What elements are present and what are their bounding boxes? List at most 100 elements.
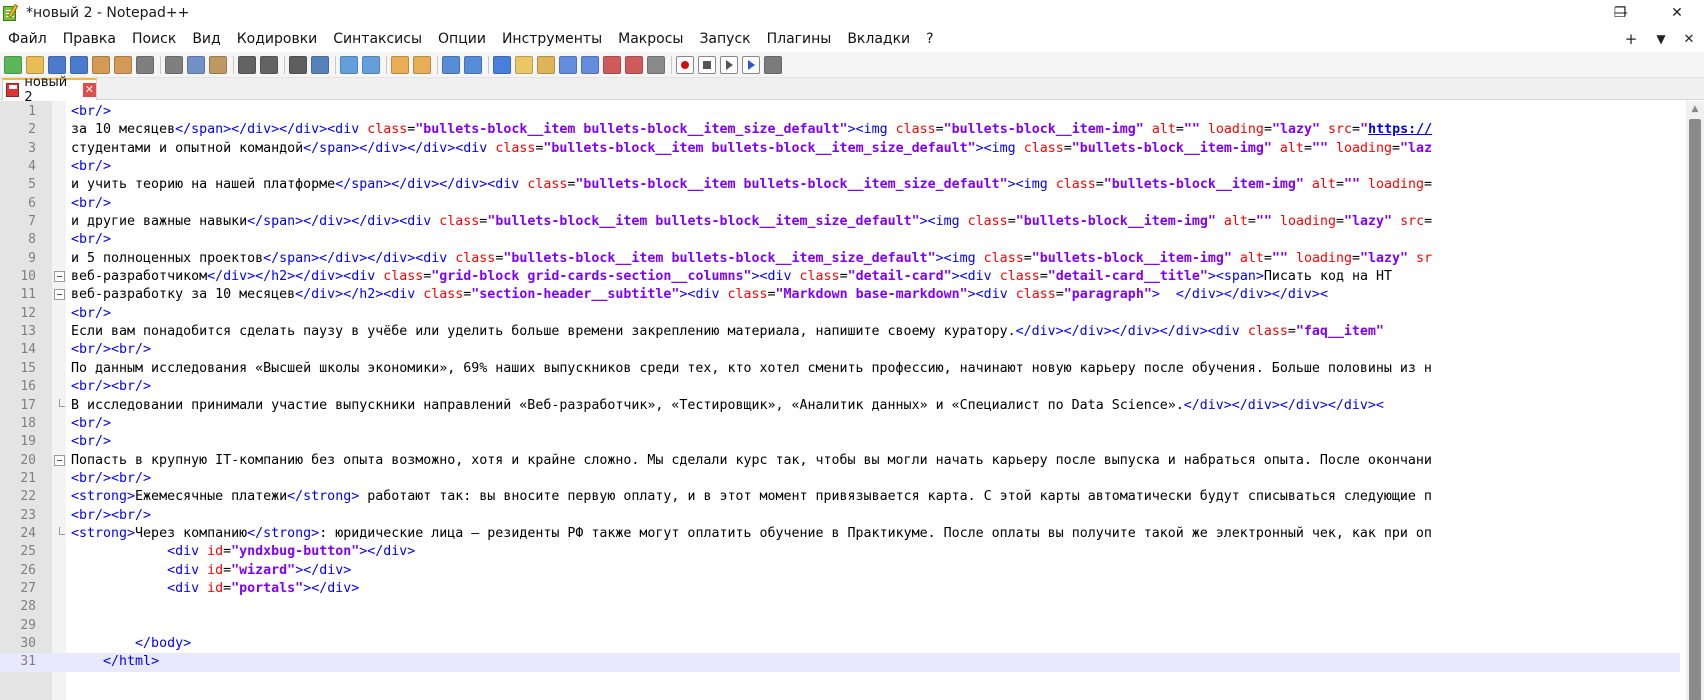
saveall-icon[interactable] — [70, 55, 88, 74]
code-line[interactable]: 7 и другие важные навыки</span></div></di… — [0, 213, 1680, 231]
code-line[interactable]: 26 <div id="wizard"></div> — [0, 562, 1680, 580]
code-line[interactable]: 5 и учить теорию на нашей платформе</span… — [0, 176, 1680, 194]
code-line[interactable]: 16 <br/><br/> — [0, 378, 1680, 396]
replace-icon[interactable] — [311, 55, 329, 74]
code-line[interactable]: 21 <br/><br/> — [0, 470, 1680, 488]
code-line[interactable]: 6 <br/> — [0, 195, 1680, 213]
scroll-down-icon[interactable]: ▼ — [1686, 684, 1704, 700]
code-line[interactable]: 23 <br/><br/> — [0, 507, 1680, 525]
code-line[interactable]: 28 — [0, 598, 1680, 616]
record-icon[interactable] — [676, 55, 694, 74]
token-url[interactable]: https:// — [1368, 122, 1432, 137]
play-icon[interactable] — [720, 55, 738, 74]
menu-item-1[interactable]: Правка — [55, 26, 124, 52]
code-area[interactable]: 1 <br/> 2 за 10 месяцев</span></div></div><… — [0, 103, 1680, 672]
undo-icon[interactable] — [238, 55, 256, 74]
paste-icon[interactable] — [209, 55, 227, 74]
tab-list-dropdown[interactable]: ▼ — [1648, 26, 1674, 52]
token-tag: <br/> — [71, 434, 112, 450]
cut-icon[interactable] — [165, 55, 183, 74]
scrollbar-thumb[interactable] — [1689, 119, 1701, 700]
code-line[interactable]: 29 — [0, 617, 1680, 635]
close-icon[interactable] — [92, 55, 110, 74]
code-line[interactable]: 3 студентами и опытной командой</span></d… — [0, 140, 1680, 158]
code-line[interactable]: 19 <br/> — [0, 433, 1680, 451]
pdf-icon[interactable] — [625, 55, 643, 74]
code-line[interactable]: 13 Если вам понадобится сделать паузу в у… — [0, 323, 1680, 341]
token-tag: ><img — [1007, 177, 1056, 193]
code-line[interactable]: 2 за 10 месяцев</span></div></div><div cl… — [0, 121, 1680, 139]
line-number: 15 — [20, 360, 36, 376]
token-eq: = — [1263, 250, 1272, 266]
allchars-icon[interactable] — [464, 55, 482, 74]
menu-item-6[interactable]: Опции — [430, 26, 494, 52]
docmap-icon[interactable] — [537, 55, 555, 74]
menu-item-10[interactable]: Плагины — [759, 26, 840, 52]
code-line[interactable]: 22 <strong>Ежемесячные платежи</strong> р… — [0, 488, 1680, 506]
indent-icon[interactable] — [493, 55, 511, 74]
menu-item-12[interactable]: ? — [918, 26, 941, 52]
find-icon[interactable] — [289, 55, 307, 74]
new-tab-button[interactable]: + — [1618, 26, 1644, 52]
closeall-icon[interactable] — [114, 55, 132, 74]
code-line[interactable]: 12 <br/> — [0, 305, 1680, 323]
folderws-icon[interactable] — [581, 55, 599, 74]
funclist-icon[interactable] — [559, 55, 577, 74]
fold-toggle-icon[interactable] — [54, 271, 65, 283]
wrap-icon[interactable] — [442, 55, 460, 74]
print-icon[interactable] — [136, 55, 154, 74]
close-tab-button[interactable]: ✕ — [1676, 26, 1702, 52]
menu-item-5[interactable]: Синтаксисы — [325, 26, 430, 52]
udl-icon[interactable] — [515, 55, 533, 74]
code-line[interactable]: 10 веб-разработчиком</div></h2></div><div… — [0, 268, 1680, 286]
bubble-icon[interactable] — [647, 55, 665, 74]
scroll-up-icon[interactable]: ▲ — [1686, 101, 1704, 117]
menu-item-7[interactable]: Инструменты — [494, 26, 610, 52]
menu-item-9[interactable]: Запуск — [691, 26, 758, 52]
restore-button[interactable]: ❐ — [1609, 0, 1631, 26]
savemacro-icon[interactable] — [764, 55, 782, 74]
fold-toggle-icon[interactable] — [54, 289, 65, 301]
redo-icon[interactable] — [260, 55, 278, 74]
open-icon[interactable] — [26, 55, 44, 74]
code-line[interactable]: 17 В исследовании принимали участие выпус… — [0, 397, 1680, 415]
code-line[interactable]: 14 <br/><br/> — [0, 341, 1680, 359]
menu-item-11[interactable]: Вкладки — [839, 26, 918, 52]
code-line[interactable]: 24 <strong>Через компанию</strong>: юриди… — [0, 525, 1680, 543]
menu-item-4[interactable]: Кодировки — [229, 26, 326, 52]
vertical-scrollbar[interactable]: ▲ ▼ — [1686, 101, 1704, 700]
new-icon[interactable] — [4, 55, 22, 74]
editor[interactable]: 1 <br/> 2 за 10 месяцев</span></div></div><… — [0, 101, 1704, 700]
close-window-button[interactable]: ✕ — [1652, 0, 1702, 26]
code-line[interactable]: 15 По данным исследования «Высшей школы э… — [0, 360, 1680, 378]
code-line[interactable]: 31 </html> — [0, 653, 1680, 672]
sync-h-icon[interactable] — [413, 55, 431, 74]
stop-icon[interactable] — [698, 55, 716, 74]
code-line[interactable]: 30 </body> — [0, 635, 1680, 653]
code-line[interactable]: 27 <div id="portals"></div> — [0, 580, 1680, 598]
menu-item-0[interactable]: Файл — [0, 26, 55, 52]
menu-item-3[interactable]: Вид — [184, 26, 228, 52]
zoomout-icon[interactable] — [362, 55, 380, 74]
token-eq: = — [1392, 140, 1401, 156]
playmulti-icon[interactable] — [742, 55, 760, 74]
tab-close-icon[interactable]: ✕ — [82, 83, 96, 97]
save-icon[interactable] — [48, 55, 66, 74]
zoomin-icon[interactable] — [340, 55, 358, 74]
tab-new-2[interactable]: новый 2 ✕ — [2, 75, 97, 105]
code-line[interactable]: 20 Попасть в крупную IT-компанию без опыт… — [0, 452, 1680, 470]
code-line[interactable]: 8 <br/> — [0, 231, 1680, 249]
monitor-icon[interactable] — [603, 55, 621, 74]
copy-icon[interactable] — [187, 55, 205, 74]
code-line[interactable]: 11 веб-разработку за 10 месяцев</div></h2… — [0, 286, 1680, 304]
code-line[interactable]: 25 <div id="yndxbug-button"></div> — [0, 543, 1680, 561]
code-line[interactable]: 9 и 5 полноценных проектов</span></div></… — [0, 250, 1680, 268]
sync-v-icon[interactable] — [391, 55, 409, 74]
code-line[interactable]: 4 <br/> — [0, 158, 1680, 176]
code-line[interactable]: 18 <br/> — [0, 415, 1680, 433]
code-line[interactable]: 1 <br/> — [0, 103, 1680, 121]
menu-item-8[interactable]: Макросы — [610, 26, 691, 52]
fold-toggle-icon[interactable] — [54, 454, 65, 466]
menu-item-2[interactable]: Поиск — [124, 26, 184, 52]
